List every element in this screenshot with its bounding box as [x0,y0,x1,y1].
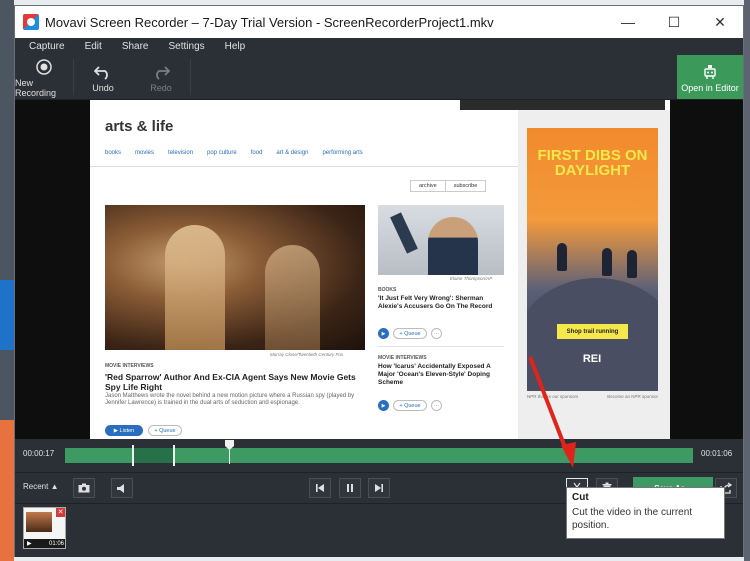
recent-recording-thumbnail[interactable]: ✕ ▶ 01:06 [23,507,66,549]
toolbar: New Recording Undo Redo Open in Editor [15,55,743,100]
webpage-nav-item: food [250,150,263,156]
webpage-pills: archive subscribe [410,180,487,192]
webpage-subscribe-pill: subscribe [444,181,486,191]
webpage-main-kicker: MOVIE INTERVIEWS [105,363,154,369]
webpage-more-icon: ··· [431,400,442,411]
new-recording-label: New Recording [15,78,57,98]
webpage-nav: books movies television pop culture food… [105,150,377,156]
title-bar: Movavi Screen Recorder – 7-Day Trial Ver… [15,6,743,38]
webpage-play-icon: ▶ [378,328,389,339]
video-preview: arts & life books movies television pop … [15,100,743,439]
webpage-main-headline: 'Red Sparrow' Author And Ex-CIA Agent Sa… [105,372,356,392]
redo-icon [152,61,170,83]
webpage-main-summary: Jason Matthews wrote the novel behind a … [105,393,355,406]
webpage-listen-button: ▶ Listen [105,425,143,436]
webpage-archive-pill: archive [419,183,437,189]
webpage-nav-item: books [105,150,122,156]
webpage-top-strip [460,100,665,110]
ad-headline: FIRST DIBS ON DAYLIGHT [537,147,648,179]
webpage-queue-button: + Queue [393,400,427,411]
webpage-story3-kicker: MOVIE INTERVIEWS [378,355,427,361]
skip-forward-icon [375,484,383,492]
ad-footer: NPR thanks our sponsors Become an NPR sp… [527,394,658,399]
webpage-nav-item: art & design [276,150,309,156]
webpage-side-caption: Elaine Thompson/AP [450,276,493,281]
menu-capture[interactable]: Capture [19,41,75,52]
playhead-handle[interactable] [225,440,234,450]
maximize-button[interactable]: ☐ [651,6,697,38]
pause-icon [347,484,353,492]
segment-marker[interactable] [173,445,175,466]
remove-recording-icon[interactable]: ✕ [56,508,65,517]
menu-edit[interactable]: Edit [75,41,112,52]
tooltip-description: Cut the video in the current position. [572,507,693,531]
thumbnail-duration: 01:06 [48,540,64,547]
webpage-nav-item: performing arts [322,150,363,156]
webpage-play-icon: ▶ [378,400,389,411]
record-icon [36,56,52,78]
timeline-start-time: 00:00:17 [23,449,55,458]
open-in-editor-label: Open in Editor [681,83,739,93]
webpage-more-icon: ··· [431,328,442,339]
undo-icon [94,61,112,83]
cut-tooltip: Cut Cut the video in the current positio… [566,487,725,539]
timeline-end-time: 00:01:06 [701,449,733,458]
webpage-brand: arts & life [105,118,174,135]
webpage-story2-kicker: BOOKS [378,287,397,293]
close-button[interactable]: ✕ [697,6,743,38]
pause-button[interactable] [339,478,361,498]
desktop-background-right [744,0,750,561]
menu-settings[interactable]: Settings [159,41,215,52]
snapshot-button[interactable] [73,478,95,498]
desktop-orange-block [0,420,14,561]
webpage-side-photo [378,205,504,275]
webpage-nav-item: television [168,150,194,156]
ad-brand-logo: REI [582,353,602,365]
thumbnail-play-icon: ▶ [27,541,32,547]
minimize-button[interactable]: — [605,6,651,38]
movavi-app-icon [23,14,39,30]
playhead-line [229,450,230,464]
volume-button[interactable] [111,478,133,498]
webpage-story2-headline: 'It Just Felt Very Wrong': Sherman Alexi… [378,295,493,310]
menu-help[interactable]: Help [215,41,256,52]
webpage-rule [90,166,518,167]
open-in-editor-button[interactable]: Open in Editor [677,55,743,99]
webpage-main-photo [105,205,365,350]
webpage-queue-button: + Queue [148,425,182,436]
skip-back-button[interactable] [309,478,331,498]
timeline-selected-segment[interactable] [133,448,174,463]
webpage-story3-headline: How 'Icarus' Accidentally Exposed A Majo… [378,363,491,386]
webpage-advertisement: FIRST DIBS ON DAYLIGHT Shop trail runnin… [527,128,658,391]
speaker-icon [117,483,124,493]
window-title: Movavi Screen Recorder – 7-Day Trial Ver… [45,14,494,30]
desktop-background [0,0,14,561]
recent-toggle[interactable]: Recent ▲ [23,482,59,491]
timeline-track[interactable] [65,440,693,466]
desktop-blue-block [0,280,14,350]
app-window: Movavi Screen Recorder – 7-Day Trial Ver… [14,5,744,557]
menu-share[interactable]: Share [112,41,159,52]
editor-robot-icon [702,61,718,83]
skip-back-icon [316,484,324,492]
webpage-queue-button: + Queue [393,328,427,339]
recorded-webpage: arts & life books movies television pop … [90,100,670,439]
undo-label: Undo [92,83,114,93]
timeline: 00:00:17 00:01:06 [15,439,743,472]
redo-label: Redo [150,83,172,93]
webpage-nav-item: movies [135,150,155,156]
tooltip-title: Cut [572,492,589,503]
camera-icon [78,483,90,493]
segment-marker[interactable] [132,445,134,466]
skip-forward-button[interactable] [368,478,390,498]
menu-bar: Capture Edit Share Settings Help [15,38,743,55]
webpage-nav-item: pop culture [207,150,237,156]
undo-button[interactable]: Undo [74,55,132,99]
new-recording-button[interactable]: New Recording [15,55,73,99]
redo-button[interactable]: Redo [132,55,190,99]
webpage-main-caption: Murray Close/Twentieth Century Fox [270,352,343,357]
ad-shop-button: Shop trail running [557,324,628,339]
